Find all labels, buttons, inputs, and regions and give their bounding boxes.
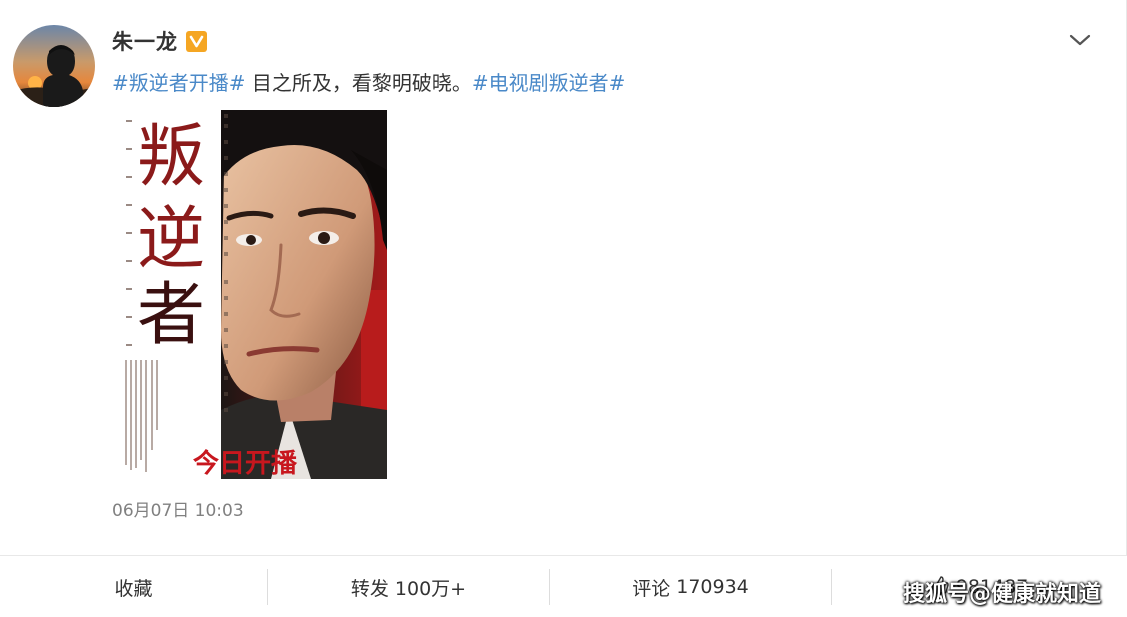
post-image[interactable]: 叛 逆 者 今日开播: [121, 110, 387, 479]
poster-title-char: 逆: [137, 200, 205, 279]
post-body-text: 目之所及，看黎明破晓。: [245, 71, 472, 95]
username[interactable]: 朱一龙: [112, 26, 178, 56]
repost-button[interactable]: 转发 100万+: [268, 556, 549, 617]
repost-label: 转发: [350, 577, 389, 600]
repost-count: 100万+: [394, 577, 467, 600]
hashtag-link[interactable]: #叛逆者开播#: [112, 71, 246, 95]
verified-badge-icon: [186, 30, 207, 52]
comment-label: 评论: [632, 577, 671, 600]
comment-count: 170934: [676, 576, 749, 598]
weibo-post-card: 朱一龙 #叛逆者开播# 目之所及，看黎明破晓。#电视剧叛逆者# 叛 逆 者 今日…: [0, 0, 1127, 617]
chevron-down-icon[interactable]: [1068, 30, 1092, 50]
poster-banner: 今日开播: [193, 448, 298, 479]
post-timestamp[interactable]: 06月07日 10:03: [112, 496, 244, 521]
post-text: #叛逆者开播# 目之所及，看黎明破晓。#电视剧叛逆者#: [112, 68, 625, 98]
comment-button[interactable]: 评论 170934: [550, 556, 831, 617]
source-watermark: 搜狐号@健康就知道: [903, 582, 1102, 607]
poster-title-char: 叛: [137, 118, 205, 197]
favorite-label: 收藏: [114, 577, 153, 600]
drama-poster: 叛 逆 者 今日开播: [121, 110, 387, 479]
username-row: 朱一龙: [112, 26, 207, 56]
poster-title-char: 者: [137, 276, 205, 355]
avatar[interactable]: [13, 25, 95, 107]
favorite-button[interactable]: 收藏: [0, 556, 267, 617]
hashtag-link[interactable]: #电视剧叛逆者#: [472, 71, 626, 95]
avatar-image: [13, 25, 95, 107]
